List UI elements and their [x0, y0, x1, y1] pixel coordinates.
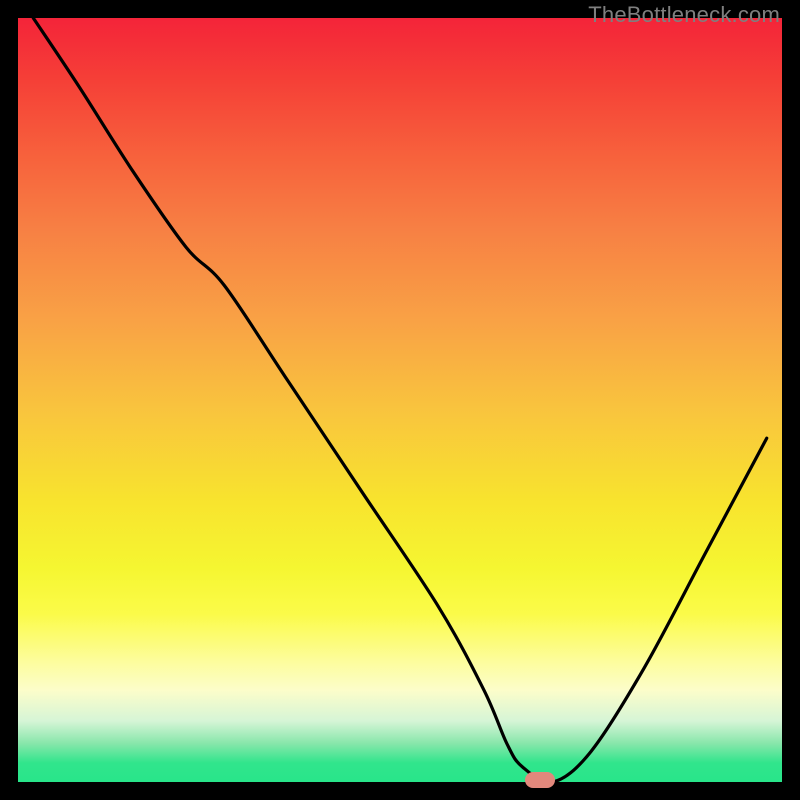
chart-frame: TheBottleneck.com	[0, 0, 800, 800]
optimal-point-marker	[525, 772, 555, 788]
plot-area	[18, 18, 782, 782]
bottleneck-curve	[18, 18, 782, 782]
watermark-text: TheBottleneck.com	[588, 2, 780, 28]
